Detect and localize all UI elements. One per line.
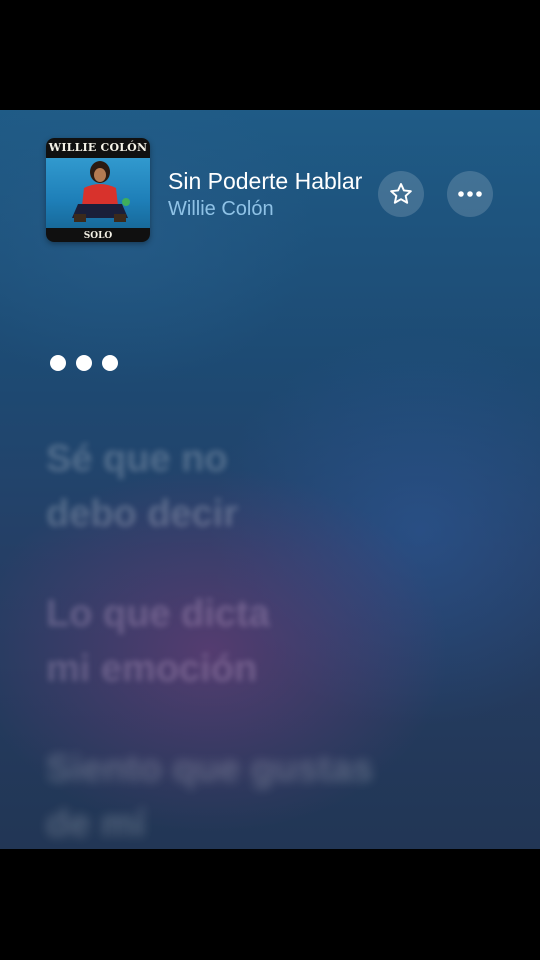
lyric-line[interactable]: Lo que dicta mi emoción xyxy=(46,587,506,697)
interlude-dot xyxy=(102,355,118,371)
album-artwork[interactable]: WILLIE COLÓN SOLO xyxy=(46,138,150,242)
ellipsis-icon xyxy=(458,191,482,197)
more-options-button[interactable] xyxy=(447,171,493,217)
album-art-artist-text: WILLIE COLÓN xyxy=(48,141,148,154)
album-art-album-text: SOLO xyxy=(83,231,113,241)
track-artist[interactable]: Willie Colón xyxy=(168,198,274,221)
lyrics-player: WILLIE COLÓN SOLO Sin Poderte Hablar Wil… xyxy=(0,110,540,849)
bottom-letterbox xyxy=(0,849,540,960)
top-letterbox xyxy=(0,0,540,110)
lyric-line[interactable]: Sé que no debo decir xyxy=(46,432,506,542)
interlude-dot xyxy=(76,355,92,371)
instrumental-interlude-indicator xyxy=(48,355,120,373)
lyric-line[interactable]: Siento que gustas de mí xyxy=(46,742,506,849)
track-title: Sin Poderte Hablar xyxy=(168,168,363,194)
album-art-figure xyxy=(72,161,130,222)
interlude-dot xyxy=(50,355,66,371)
star-outline-icon xyxy=(390,183,412,204)
favorite-button[interactable] xyxy=(378,171,424,217)
